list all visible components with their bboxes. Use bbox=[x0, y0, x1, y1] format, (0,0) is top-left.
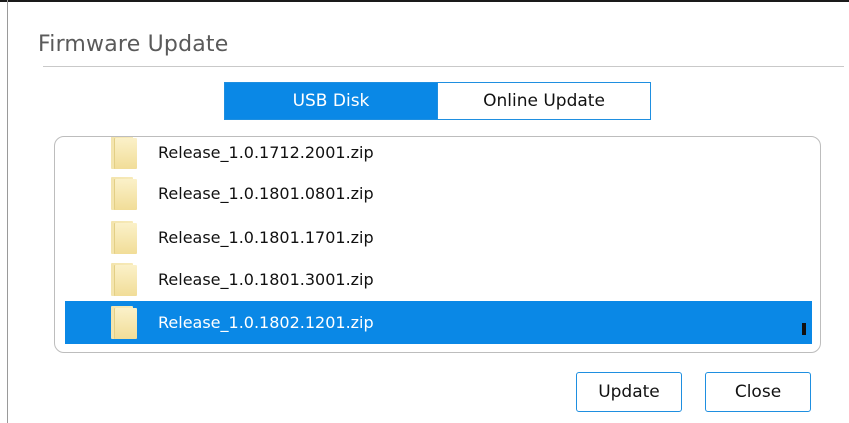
file-name: Release_1.0.1802.1201.zip bbox=[158, 313, 374, 332]
tab-usb-disk[interactable]: USB Disk bbox=[225, 83, 437, 119]
list-item[interactable]: Release_1.0.1801.3001.zip bbox=[65, 258, 812, 301]
folder-icon bbox=[111, 306, 139, 339]
close-button[interactable]: Close bbox=[705, 372, 811, 412]
source-tab-switch: USB Disk Online Update bbox=[224, 82, 651, 120]
folder-icon bbox=[111, 221, 139, 254]
folder-icon bbox=[111, 137, 139, 169]
list-item[interactable]: Release_1.0.1712.2001.zip bbox=[65, 137, 812, 174]
title-divider bbox=[43, 66, 844, 67]
folder-icon bbox=[111, 177, 139, 210]
list-item-selected[interactable]: Release_1.0.1802.1201.zip bbox=[65, 301, 812, 344]
file-name: Release_1.0.1801.3001.zip bbox=[158, 270, 374, 289]
file-list[interactable]: Release_1.0.1712.2001.zip Release_1.0.18… bbox=[54, 136, 821, 353]
window-left-border bbox=[7, 0, 8, 423]
folder-icon bbox=[111, 263, 139, 296]
list-item[interactable]: Release_1.0.1801.1701.zip bbox=[65, 216, 812, 259]
text-cursor bbox=[802, 323, 806, 335]
file-name: Release_1.0.1801.0801.zip bbox=[158, 184, 374, 203]
file-name: Release_1.0.1712.2001.zip bbox=[158, 143, 374, 162]
file-name: Release_1.0.1801.1701.zip bbox=[158, 228, 374, 247]
tab-online-update[interactable]: Online Update bbox=[437, 83, 650, 119]
update-button[interactable]: Update bbox=[576, 372, 682, 412]
dialog-title: Firmware Update bbox=[38, 32, 229, 57]
list-item[interactable]: Release_1.0.1801.0801.zip bbox=[65, 172, 812, 215]
window-top-border bbox=[0, 0, 849, 2]
